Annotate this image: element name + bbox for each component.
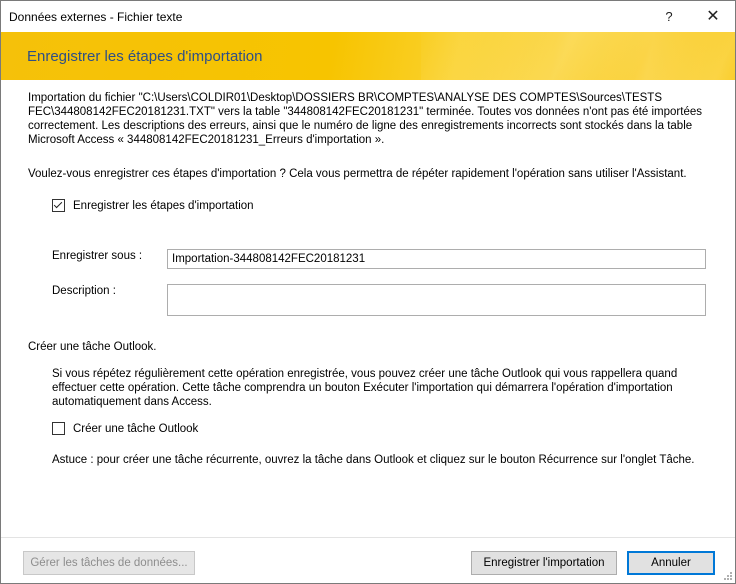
outlook-task-checkbox-row[interactable]: Créer une tâche Outlook bbox=[52, 422, 198, 435]
outlook-task-checkbox[interactable] bbox=[52, 422, 65, 435]
import-result-line: correctement. Les descriptions des erreu… bbox=[28, 120, 693, 132]
manage-data-tasks-button[interactable]: Gérer les tâches de données... bbox=[23, 551, 195, 575]
import-dialog: Données externes - Fichier texte ? ✕ Enr… bbox=[0, 0, 736, 584]
outlook-description-line: Si vous répétez régulièrement cette opér… bbox=[52, 368, 678, 380]
save-import-button[interactable]: Enregistrer l'importation bbox=[471, 551, 617, 575]
cancel-button[interactable]: Annuler bbox=[627, 551, 715, 575]
save-as-input[interactable] bbox=[167, 249, 706, 269]
save-as-label: Enregistrer sous : bbox=[52, 250, 143, 262]
close-icon[interactable]: ✕ bbox=[695, 1, 731, 32]
title-bar: Données externes - Fichier texte ? ✕ bbox=[1, 1, 735, 32]
save-steps-label: Enregistrer les étapes d'importation bbox=[73, 199, 254, 212]
help-icon[interactable]: ? bbox=[651, 1, 687, 32]
outlook-group-title: Créer une tâche Outlook. bbox=[28, 341, 157, 353]
outlook-description: Si vous répétez régulièrement cette opér… bbox=[52, 367, 712, 409]
outlook-tip: Astuce : pour créer une tâche récurrente… bbox=[52, 454, 695, 466]
import-result-line: Importation du fichier "C:\Users\COLDIR0… bbox=[28, 92, 662, 104]
outlook-task-label: Créer une tâche Outlook bbox=[73, 422, 199, 435]
save-steps-checkbox-row[interactable]: Enregistrer les étapes d'importation bbox=[52, 199, 254, 212]
page-title: Enregistrer les étapes d'importation bbox=[27, 48, 263, 65]
import-result-line: FEC\344808142FEC20181231.TXT" vers la ta… bbox=[28, 106, 702, 118]
outlook-description-line: automatiquement dans Access. bbox=[52, 396, 212, 408]
import-result-line: Microsoft Access « 344808142FEC20181231_… bbox=[28, 134, 385, 146]
window-title: Données externes - Fichier texte bbox=[9, 10, 183, 24]
import-result-message: Importation du fichier "C:\Users\COLDIR0… bbox=[28, 91, 718, 147]
save-steps-question: Voulez-vous enregistrer ces étapes d'imp… bbox=[28, 168, 687, 180]
save-steps-checkbox[interactable] bbox=[52, 199, 65, 212]
header-banner: Enregistrer les étapes d'importation bbox=[1, 32, 735, 80]
footer-divider bbox=[1, 537, 735, 538]
description-input[interactable] bbox=[167, 284, 706, 316]
resize-grip[interactable] bbox=[723, 571, 733, 581]
description-label: Description : bbox=[52, 285, 116, 297]
outlook-description-line: effectuer cette opération. Cette tâche c… bbox=[52, 382, 673, 394]
